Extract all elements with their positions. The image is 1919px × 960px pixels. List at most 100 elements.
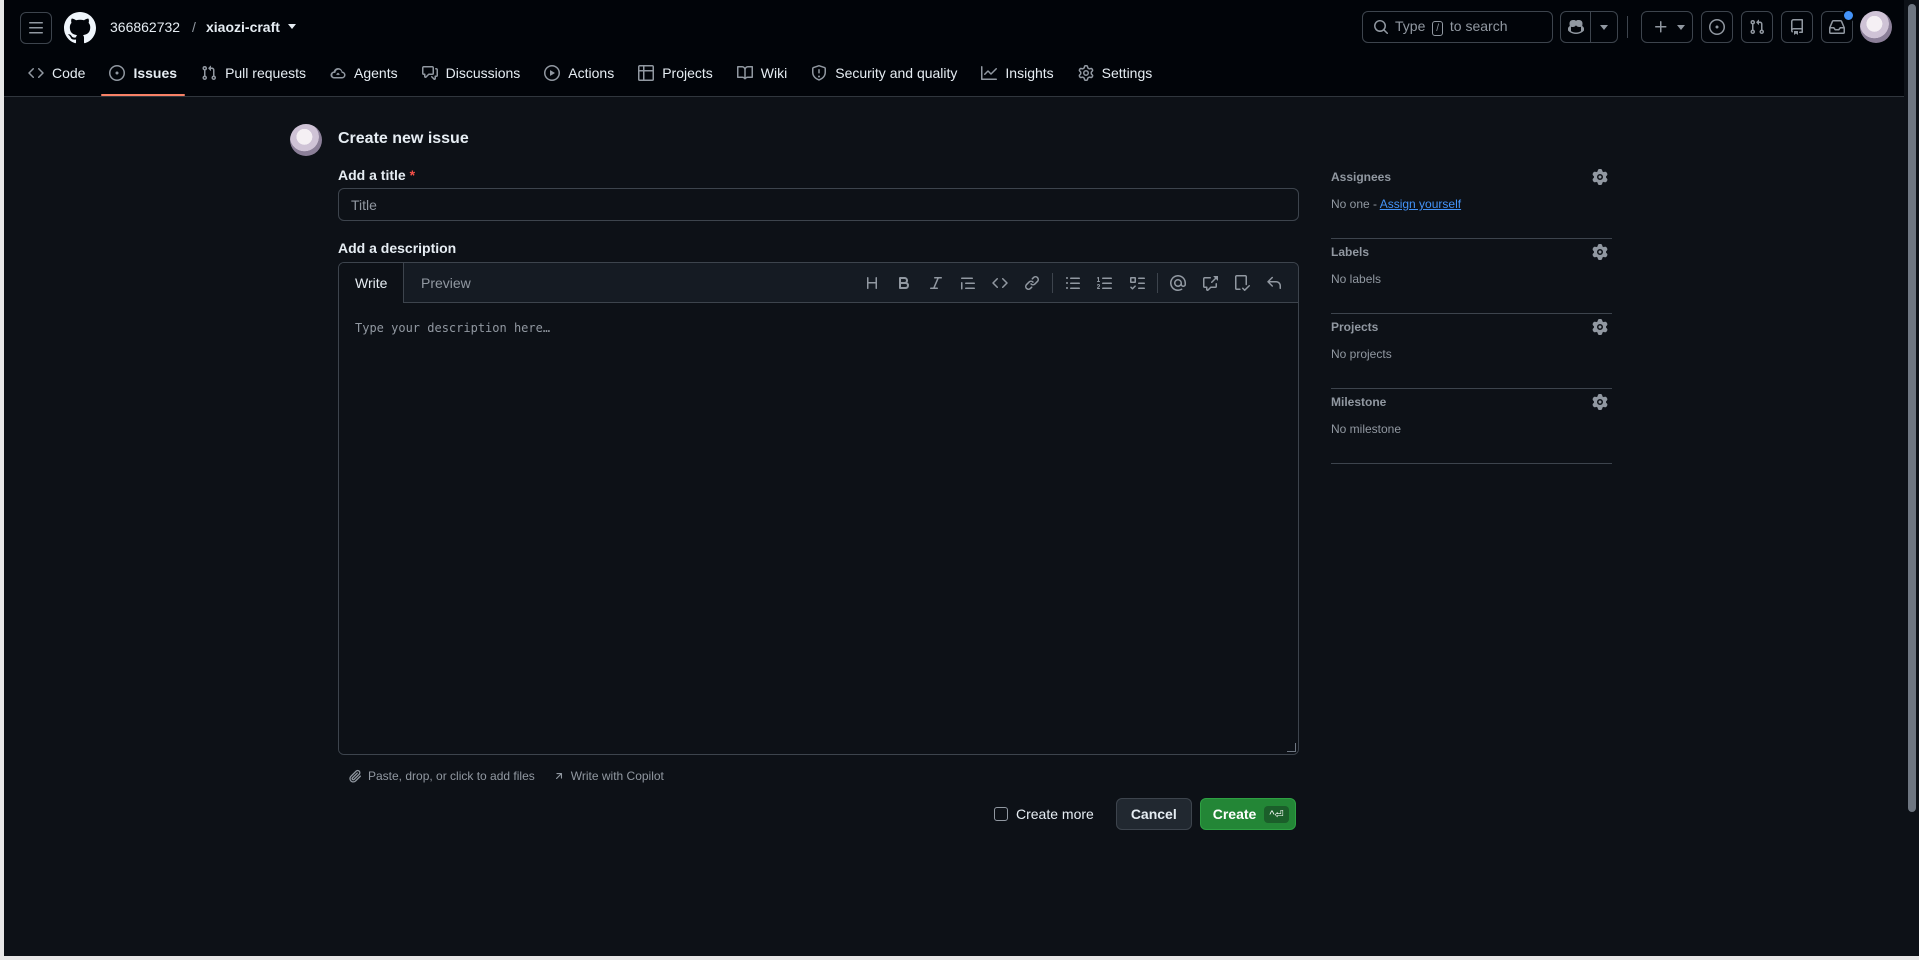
- tab-preview[interactable]: Preview: [405, 263, 487, 303]
- tab-write[interactable]: Write: [339, 263, 405, 303]
- arrow-up-right-icon: [555, 773, 562, 780]
- page-title: Create new issue: [338, 130, 469, 147]
- paperclip-icon: [349, 769, 362, 783]
- hamburger-icon: [29, 22, 43, 34]
- required-mark: *: [409, 167, 416, 183]
- resize-handle-icon[interactable]: [1287, 743, 1296, 752]
- author-avatar: [290, 124, 322, 156]
- tab-wiki[interactable]: Wiki: [729, 56, 795, 90]
- tab-projects[interactable]: Projects: [630, 56, 721, 90]
- menu-button[interactable]: [20, 12, 52, 44]
- page-scrollbar[interactable]: [1904, 0, 1919, 960]
- table-icon: [638, 65, 655, 81]
- unordered-list-button[interactable]: [1057, 268, 1089, 298]
- issue-opened-icon: [109, 65, 126, 81]
- assignees-section: Assignees No one - Assign yourself: [1331, 165, 1612, 239]
- editor-footer: Paste, drop, or click to add files Write…: [348, 769, 664, 783]
- inbox-icon: [1829, 20, 1845, 34]
- title-label: Add a title *: [338, 167, 416, 183]
- user-avatar[interactable]: [1860, 11, 1892, 43]
- attach-files-button[interactable]: Paste, drop, or click to add files: [348, 769, 535, 783]
- book-icon: [736, 65, 753, 80]
- quote-button[interactable]: [952, 268, 984, 298]
- milestone-title: Milestone: [1331, 395, 1387, 409]
- your-pull-requests-button[interactable]: [1741, 11, 1773, 43]
- projects-section: Projects No projects: [1331, 315, 1612, 389]
- gear-icon: [1078, 65, 1094, 81]
- create-shortcut: ^⏎: [1264, 805, 1289, 823]
- tab-discussions[interactable]: Discussions: [414, 56, 529, 90]
- repo-owner-link[interactable]: 366862732: [110, 19, 180, 35]
- assign-yourself-link[interactable]: Assign yourself: [1380, 197, 1461, 211]
- list-ordered-icon: [1097, 276, 1112, 289]
- undo-button[interactable]: [1258, 268, 1290, 298]
- create-button[interactable]: Create ^⏎: [1199, 798, 1296, 830]
- ordered-list-button[interactable]: [1089, 268, 1121, 298]
- search-placeholder: Type / to search: [1395, 18, 1508, 36]
- graph-icon: [981, 66, 998, 80]
- copilot-button[interactable]: [1560, 11, 1618, 43]
- plus-caret-down-icon: [1677, 25, 1685, 30]
- projects-gear-button[interactable]: [1592, 319, 1608, 338]
- reply-icon: [1267, 276, 1281, 289]
- agents-cloud-icon: [330, 67, 346, 79]
- mention-button[interactable]: [1162, 268, 1194, 298]
- issue-sidebar: Assignees No one - Assign yourself Label…: [1331, 165, 1612, 465]
- repo-header: 366862732 / xiaozi-craft Type / to searc…: [4, 0, 1904, 97]
- tab-issues[interactable]: Issues: [101, 56, 185, 96]
- link-icon: [1024, 275, 1040, 290]
- saved-replies-button[interactable]: [1226, 268, 1258, 298]
- milestone-section: Milestone No milestone: [1331, 390, 1612, 464]
- cancel-button[interactable]: Cancel: [1115, 798, 1192, 830]
- your-issues-button[interactable]: [1701, 11, 1733, 43]
- projects-title: Projects: [1331, 320, 1379, 334]
- tab-settings[interactable]: Settings: [1070, 56, 1161, 90]
- tab-actions[interactable]: Actions: [536, 56, 622, 90]
- labels-value: No labels: [1331, 272, 1382, 286]
- task-list-button[interactable]: [1121, 268, 1153, 298]
- github-logo-icon[interactable]: [64, 12, 96, 44]
- create-more-toggle[interactable]: Create more: [994, 806, 1094, 822]
- tab-code[interactable]: Code: [20, 56, 93, 90]
- gear-icon: [1592, 394, 1608, 410]
- tab-security-and-quality[interactable]: Security and quality: [803, 56, 965, 90]
- italic-icon: [930, 276, 942, 289]
- description-editor: Write Preview: [338, 262, 1299, 755]
- comment-discussion-icon: [421, 66, 438, 80]
- labels-gear-button[interactable]: [1592, 244, 1608, 263]
- form-actions: Create more Cancel Create ^⏎: [994, 798, 1296, 830]
- scrollbar-thumb[interactable]: [1908, 4, 1916, 812]
- mention-icon: [1170, 274, 1186, 291]
- repositories-button[interactable]: [1781, 11, 1813, 43]
- title-input[interactable]: [338, 188, 1299, 221]
- plus-icon: [1655, 21, 1667, 33]
- tab-insights[interactable]: Insights: [973, 56, 1061, 90]
- repo-name-link[interactable]: xiaozi-craft: [206, 19, 280, 35]
- milestone-gear-button[interactable]: [1592, 394, 1608, 413]
- repo-caret-down-icon[interactable]: [288, 24, 296, 29]
- heading-icon: [867, 276, 877, 289]
- link-button[interactable]: [1016, 268, 1048, 298]
- tab-agents[interactable]: Agents: [322, 56, 406, 90]
- projects-value: No projects: [1331, 347, 1392, 361]
- search-button[interactable]: Type / to search: [1362, 11, 1553, 43]
- assignees-gear-button[interactable]: [1592, 169, 1608, 188]
- git-pull-request-icon: [1750, 19, 1765, 35]
- assignees-title: Assignees: [1331, 170, 1392, 184]
- tasklist-icon: [1130, 276, 1145, 289]
- italic-button[interactable]: [920, 268, 952, 298]
- create-more-checkbox[interactable]: [994, 807, 1008, 821]
- gear-icon: [1592, 169, 1608, 185]
- copilot-caret-down-icon[interactable]: [1600, 25, 1608, 30]
- create-new-button[interactable]: [1641, 11, 1693, 43]
- bold-button[interactable]: [888, 268, 920, 298]
- cross-reference-icon: [1203, 275, 1218, 291]
- assignees-value: No one - Assign yourself: [1331, 197, 1462, 211]
- heading-button[interactable]: [856, 268, 888, 298]
- code-button[interactable]: [984, 268, 1016, 298]
- reference-button[interactable]: [1194, 268, 1226, 298]
- tab-pull-requests[interactable]: Pull requests: [193, 56, 314, 90]
- write-with-copilot-button[interactable]: Write with Copilot: [553, 769, 664, 783]
- description-textarea[interactable]: [339, 303, 1298, 754]
- quote-icon: [961, 277, 975, 289]
